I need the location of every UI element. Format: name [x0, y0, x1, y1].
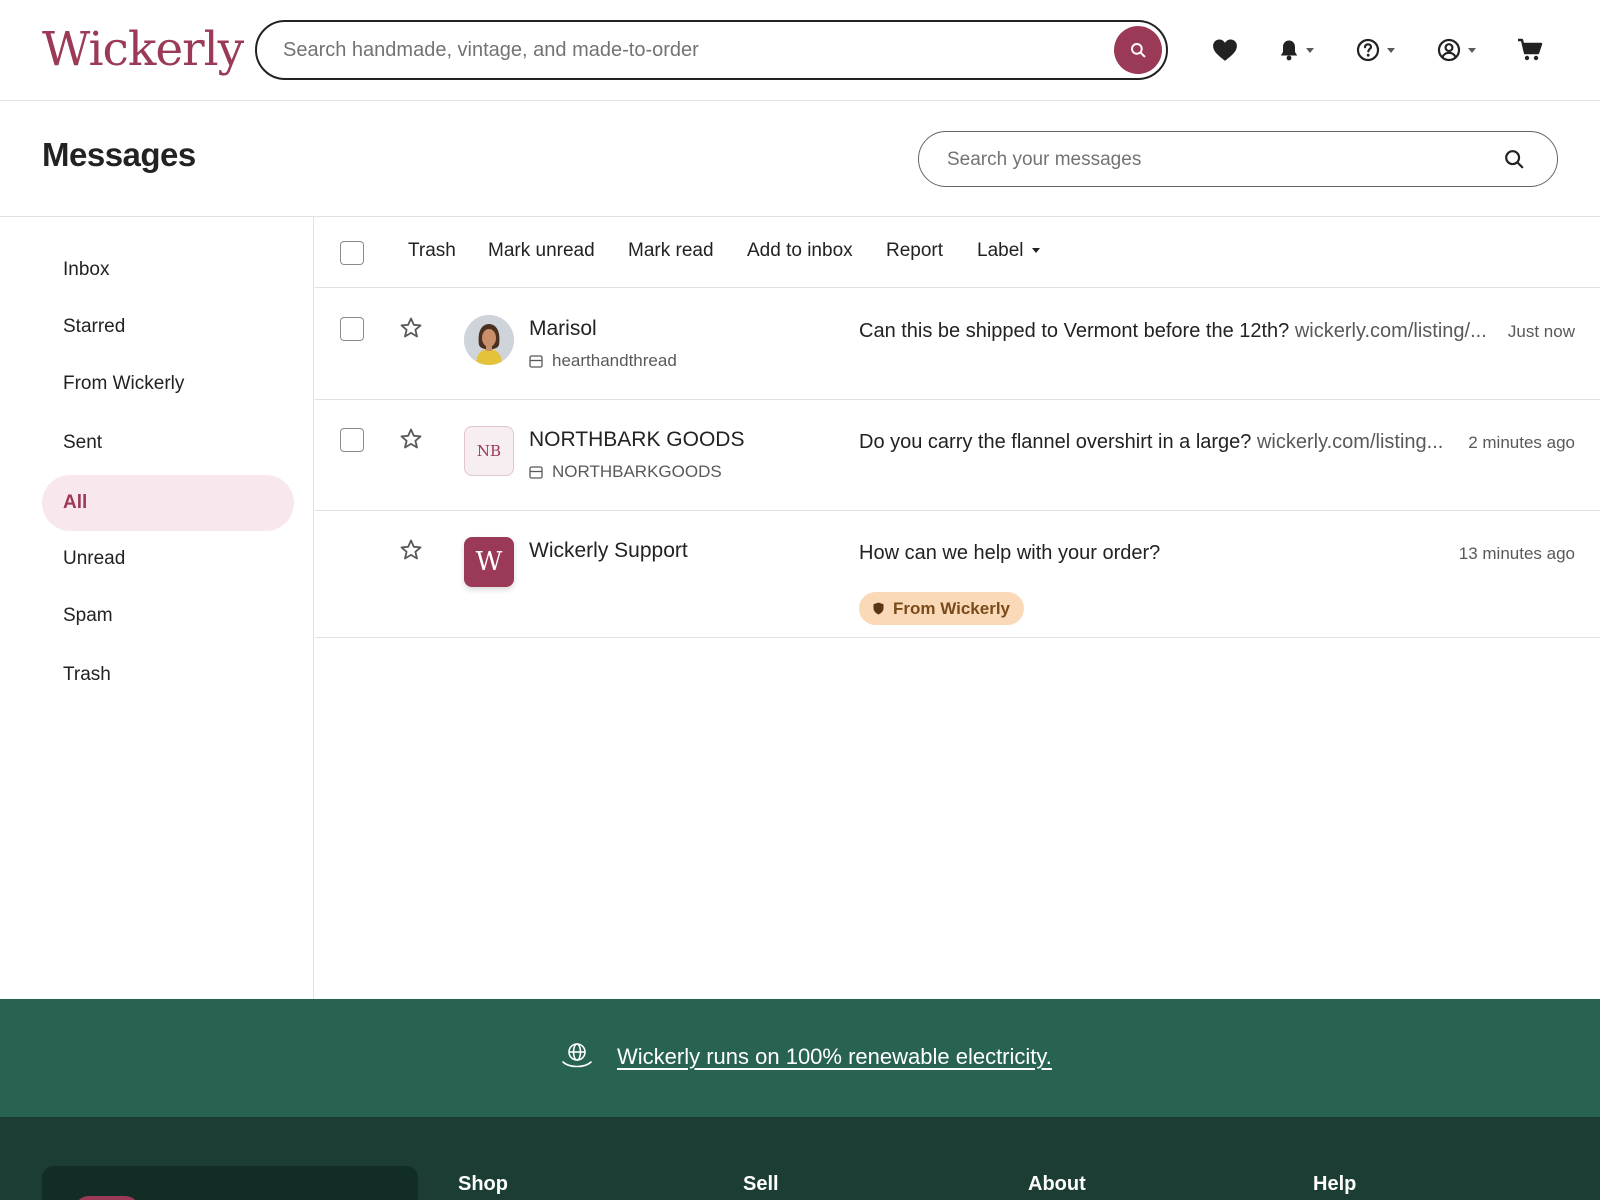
favorites-button[interactable] — [1212, 32, 1238, 68]
footer-promo-button[interactable] — [74, 1196, 140, 1200]
row-checkbox[interactable] — [340, 317, 364, 341]
global-search-input[interactable] — [283, 36, 1063, 64]
message-row[interactable]: W Wickerly Support How can we help with … — [315, 511, 1600, 638]
message-snippet: How can we help with your order? — [859, 542, 1161, 564]
shop-name: NORTHBARKGOODS — [529, 462, 722, 482]
help-menu[interactable] — [1356, 32, 1395, 68]
listing-link[interactable]: wickerly.com/listing/... — [1295, 320, 1487, 342]
chevron-down-icon — [1468, 47, 1476, 53]
star-icon[interactable] — [399, 316, 423, 345]
sidebar-item-sent[interactable]: Sent — [42, 415, 294, 471]
site-footer: Shop Sell About Help — [0, 1117, 1600, 1200]
chevron-down-icon — [1387, 47, 1395, 53]
badge-label: From Wickerly — [893, 598, 1010, 618]
search-icon — [1131, 43, 1146, 58]
shield-icon — [873, 602, 884, 615]
listing-link[interactable]: wickerly.com/listing... — [1257, 431, 1443, 453]
avatar: W — [464, 537, 514, 587]
label-dropdown[interactable]: Label — [977, 239, 1040, 263]
avatar: NB — [464, 426, 514, 476]
message-snippet-text: Can this be shipped to Vermont before th… — [859, 320, 1290, 342]
account-icon — [1437, 38, 1461, 62]
sidebar-item-unread[interactable]: Unread — [42, 531, 294, 587]
trash-button[interactable]: Trash — [408, 239, 456, 263]
timestamp: 13 minutes ago — [1458, 544, 1575, 563]
help-icon — [1356, 38, 1380, 62]
top-header: Wickerly — [0, 0, 1600, 101]
timestamp: 2 minutes ago — [1468, 433, 1575, 452]
from-wickerly-badge: From Wickerly — [859, 592, 1024, 625]
sidebar-item-all[interactable]: All — [42, 475, 294, 531]
renewable-energy-banner: Wickerly runs on 100% renewable electric… — [0, 999, 1600, 1117]
cart-button[interactable] — [1517, 32, 1543, 68]
sidebar-item-inbox[interactable]: Inbox — [42, 242, 294, 298]
chevron-down-icon — [1031, 248, 1040, 254]
shop-name-text: NORTHBARKGOODS — [552, 462, 722, 481]
sidebar-item-spam[interactable]: Spam — [42, 588, 294, 644]
account-menu[interactable] — [1437, 32, 1476, 68]
shop-icon — [529, 354, 543, 368]
message-search-input[interactable] — [947, 146, 1487, 174]
search-submit-button[interactable] — [1114, 26, 1162, 74]
avatar — [464, 315, 514, 365]
heart-icon — [1213, 39, 1237, 61]
renewable-energy-link[interactable]: Wickerly runs on 100% renewable electric… — [617, 1044, 1052, 1070]
star-icon[interactable] — [399, 427, 423, 456]
message-snippet: Can this be shipped to Vermont before th… — [859, 320, 1487, 343]
shop-name-text: hearthandthread — [552, 351, 677, 370]
mark-read-button[interactable]: Mark read — [628, 239, 714, 263]
message-snippet: Do you carry the flannel overshirt in a … — [859, 431, 1443, 454]
sender-name: NORTHBARK GOODS — [529, 428, 745, 451]
message-row[interactable]: NB NORTHBARK GOODS NORTHBARKGOODS Do you… — [315, 400, 1600, 511]
folder-sidebar: Inbox Starred From Wickerly Sent All Unr… — [0, 217, 314, 999]
footer-heading-help[interactable]: Help — [1313, 1173, 1356, 1196]
message-snippet-text: Do you carry the flannel overshirt in a … — [859, 431, 1252, 453]
bulk-action-toolbar: Trash Mark unread Mark read Add to inbox… — [315, 217, 1600, 288]
shop-name: hearthandthread — [529, 351, 677, 371]
page-title: Messages — [42, 136, 196, 173]
sidebar-item-trash[interactable]: Trash — [42, 647, 294, 703]
search-icon[interactable] — [1503, 148, 1525, 175]
footer-heading-shop[interactable]: Shop — [458, 1173, 508, 1196]
notifications-menu[interactable] — [1279, 32, 1314, 68]
footer-promo-card — [42, 1166, 418, 1200]
message-row[interactable]: Marisol hearthandthread Can this be ship… — [315, 289, 1600, 400]
label-dropdown-text: Label — [977, 240, 1024, 261]
bell-icon — [1280, 40, 1298, 61]
brand-logo[interactable]: Wickerly — [42, 22, 244, 78]
chevron-down-icon — [1306, 47, 1314, 53]
footer-heading-sell[interactable]: Sell — [743, 1173, 779, 1196]
timestamp: Just now — [1507, 322, 1575, 341]
cart-icon — [1518, 38, 1543, 61]
global-search-bar — [255, 20, 1168, 80]
sender-name: Marisol — [529, 317, 597, 340]
report-button[interactable]: Report — [886, 239, 943, 263]
mark-unread-button[interactable]: Mark unread — [488, 239, 595, 263]
add-to-inbox-button[interactable]: Add to inbox — [747, 239, 853, 263]
globe-icon — [561, 1042, 593, 1075]
footer-heading-about[interactable]: About — [1028, 1173, 1086, 1196]
select-all-checkbox[interactable] — [340, 241, 364, 265]
star-icon[interactable] — [399, 538, 423, 567]
shop-icon — [529, 465, 543, 479]
sidebar-item-from-wickerly[interactable]: From Wickerly — [42, 356, 294, 412]
row-checkbox[interactable] — [340, 428, 364, 452]
sender-name: Wickerly Support — [529, 539, 688, 562]
message-search-bar — [918, 131, 1558, 187]
sidebar-item-starred[interactable]: Starred — [42, 299, 294, 355]
